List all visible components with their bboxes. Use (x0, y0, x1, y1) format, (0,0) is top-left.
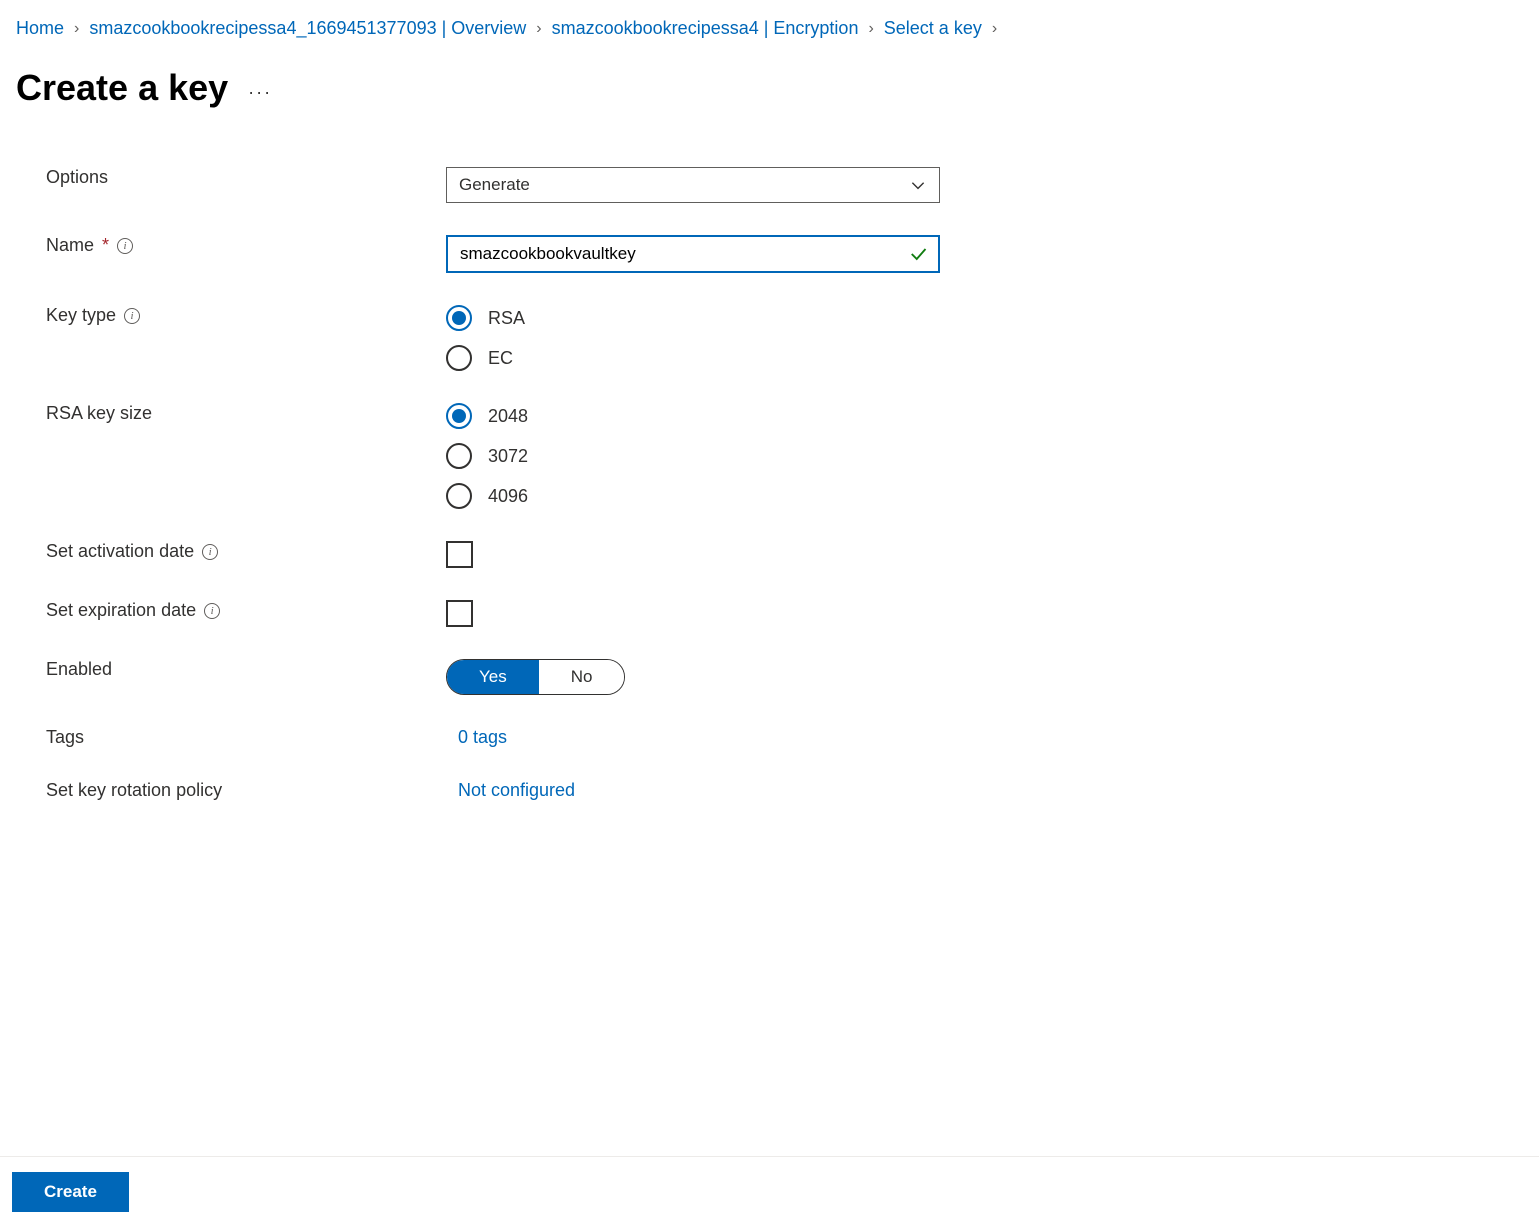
expiration-checkbox[interactable] (446, 600, 473, 627)
rsa-size-2048[interactable]: 2048 (446, 403, 940, 429)
chevron-down-icon (909, 176, 927, 194)
enabled-label: Enabled (46, 659, 446, 680)
options-select[interactable]: Generate (446, 167, 940, 203)
bottom-action-bar: Create (0, 1156, 1539, 1226)
activation-label: Set activation date i (46, 541, 446, 562)
rsa-size-3072[interactable]: 3072 (446, 443, 940, 469)
chevron-right-icon: › (74, 20, 79, 38)
rotation-link[interactable]: Not configured (446, 780, 575, 800)
breadcrumb-link-overview[interactable]: smazcookbookrecipessa4_1669451377093 | O… (89, 18, 526, 39)
radio-label: 3072 (488, 446, 528, 467)
radio-label: RSA (488, 308, 525, 329)
radio-label: EC (488, 348, 513, 369)
key-type-rsa[interactable]: RSA (446, 305, 940, 331)
info-icon[interactable]: i (202, 544, 218, 560)
name-input[interactable] (460, 244, 898, 264)
tags-label: Tags (46, 727, 446, 748)
options-select-value: Generate (459, 175, 530, 195)
key-type-ec[interactable]: EC (446, 345, 940, 371)
more-actions-icon[interactable]: ··· (248, 82, 272, 103)
rsa-key-size-radio-group: 2048 3072 4096 (446, 403, 940, 509)
enabled-no[interactable]: No (539, 660, 625, 694)
chevron-right-icon: › (992, 20, 997, 38)
tags-link[interactable]: 0 tags (446, 727, 507, 747)
enabled-toggle: Yes No (446, 659, 625, 695)
breadcrumb: Home › smazcookbookrecipessa4_1669451377… (16, 18, 1523, 39)
info-icon[interactable]: i (124, 308, 140, 324)
radio-icon (446, 403, 472, 429)
rsa-size-4096[interactable]: 4096 (446, 483, 940, 509)
page-title: Create a key (16, 67, 228, 109)
rotation-label: Set key rotation policy (46, 780, 446, 801)
radio-label: 4096 (488, 486, 528, 507)
breadcrumb-link-encryption[interactable]: smazcookbookrecipessa4 | Encryption (552, 18, 859, 39)
expiration-label: Set expiration date i (46, 600, 446, 621)
radio-icon (446, 443, 472, 469)
checkmark-icon (908, 244, 928, 264)
options-label: Options (46, 167, 446, 188)
chevron-right-icon: › (868, 20, 873, 38)
enabled-yes[interactable]: Yes (447, 660, 539, 694)
activation-checkbox[interactable] (446, 541, 473, 568)
chevron-right-icon: › (536, 20, 541, 38)
create-button[interactable]: Create (12, 1172, 129, 1212)
key-type-label: Key type i (46, 305, 446, 326)
key-type-radio-group: RSA EC (446, 305, 940, 371)
radio-icon (446, 483, 472, 509)
radio-icon (446, 345, 472, 371)
name-label: Name * i (46, 235, 446, 256)
name-input-wrap (446, 235, 940, 273)
info-icon[interactable]: i (204, 603, 220, 619)
required-indicator: * (102, 235, 109, 256)
breadcrumb-link-select-key[interactable]: Select a key (884, 18, 982, 39)
info-icon[interactable]: i (117, 238, 133, 254)
radio-icon (446, 305, 472, 331)
radio-label: 2048 (488, 406, 528, 427)
breadcrumb-link-home[interactable]: Home (16, 18, 64, 39)
rsa-key-size-label: RSA key size (46, 403, 446, 424)
